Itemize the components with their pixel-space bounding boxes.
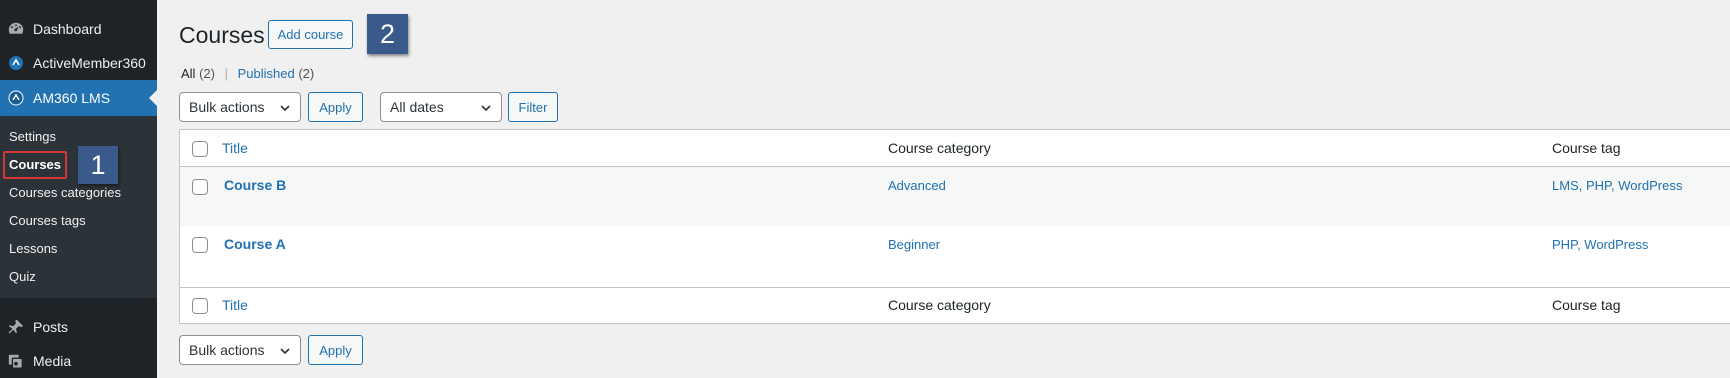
submenu-item-quiz[interactable]: Quiz	[9, 269, 36, 284]
view-separator: |	[224, 66, 228, 81]
row-checkbox[interactable]	[192, 179, 208, 195]
view-all-label[interactable]: All	[181, 66, 195, 81]
view-published-count: (2)	[298, 66, 315, 81]
pin-icon	[6, 317, 26, 337]
menu-item-posts[interactable]: Posts	[0, 310, 157, 344]
submenu-item-courses-tags[interactable]: Courses tags	[9, 213, 86, 228]
course-tags: PHP, WordPress	[1552, 237, 1649, 252]
activemember-icon	[6, 53, 26, 73]
date-filter-value: All dates	[390, 99, 444, 115]
column-title-header[interactable]: Title	[222, 140, 248, 156]
courses-highlight-box	[3, 151, 67, 179]
table-row: Course B Advanced LMS, PHP, WordPress	[180, 167, 1730, 226]
chevron-down-icon	[280, 348, 290, 355]
apply-button-top[interactable]: Apply	[308, 92, 363, 122]
view-published-link[interactable]: Published	[238, 66, 295, 81]
table-footer-row: Title Course category Course tag	[180, 287, 1730, 324]
status-views: All (2) | Published (2)	[181, 66, 314, 81]
menu-label-am360-lms: AM360 LMS	[33, 90, 111, 106]
annotation-callout-1: 1	[78, 146, 118, 184]
page-title: Courses	[179, 22, 265, 48]
menu-label-dashboard: Dashboard	[33, 21, 102, 37]
column-title-footer[interactable]: Title	[222, 297, 248, 313]
tag-link[interactable]: WordPress	[1618, 178, 1682, 193]
menu-item-dashboard[interactable]: Dashboard	[0, 12, 157, 46]
tag-link[interactable]: PHP	[1586, 178, 1611, 193]
select-all-checkbox-bottom[interactable]	[192, 298, 208, 314]
tag-link[interactable]: LMS	[1552, 178, 1579, 193]
bulk-actions-select-bottom[interactable]: Bulk actions	[179, 335, 301, 365]
menu-item-media[interactable]: Media	[0, 344, 157, 378]
menu-label-activemember360: ActiveMember360	[33, 55, 146, 71]
tag-link[interactable]: WordPress	[1584, 237, 1648, 252]
course-category-link[interactable]: Beginner	[888, 237, 940, 252]
chevron-down-icon	[280, 105, 290, 112]
bulk-actions-value: Bulk actions	[189, 342, 265, 358]
column-tag-footer: Course tag	[1552, 297, 1621, 313]
table-header-row: Title Course category Course tag	[180, 130, 1730, 167]
bulk-actions-select-top[interactable]: Bulk actions	[179, 92, 301, 122]
submenu-item-courses-categories[interactable]: Courses categories	[9, 185, 121, 200]
column-category-footer: Course category	[888, 297, 991, 313]
media-icon	[6, 351, 26, 371]
filter-button[interactable]: Filter	[508, 92, 558, 122]
annotation-callout-2: 2	[367, 14, 408, 54]
column-tag-header: Course tag	[1552, 140, 1621, 156]
view-all-count: (2)	[199, 66, 215, 81]
dashboard-icon	[6, 19, 26, 39]
course-tags: LMS, PHP, WordPress	[1552, 178, 1683, 193]
submenu-item-lessons[interactable]: Lessons	[9, 241, 57, 256]
menu-label-posts: Posts	[33, 319, 69, 335]
date-filter-select[interactable]: All dates	[380, 92, 502, 122]
course-category-link[interactable]: Advanced	[888, 178, 946, 193]
submenu-item-settings[interactable]: Settings	[9, 129, 56, 144]
menu-label-media: Media	[33, 353, 72, 369]
menu-item-am360-lms[interactable]: AM360 LMS	[0, 80, 157, 116]
course-title-link[interactable]: Course B	[224, 177, 286, 193]
menu-item-activemember360[interactable]: ActiveMember360	[0, 46, 157, 80]
row-checkbox[interactable]	[192, 237, 208, 253]
tag-link[interactable]: PHP	[1552, 237, 1577, 252]
course-title-link[interactable]: Course A	[224, 236, 286, 252]
select-all-checkbox-top[interactable]	[192, 141, 208, 157]
admin-sidebar: Dashboard ActiveMember360 AM360 LMS Sett…	[0, 0, 157, 378]
table-row: Course A Beginner PHP, WordPress	[180, 226, 1730, 285]
am360-lms-submenu: Settings Courses Courses categories Cour…	[0, 116, 157, 298]
chevron-down-icon	[481, 105, 491, 112]
bulk-actions-value: Bulk actions	[189, 99, 265, 115]
courses-table: Title Course category Course tag Course …	[179, 129, 1730, 324]
column-category-header: Course category	[888, 140, 991, 156]
add-course-button[interactable]: Add course	[268, 20, 353, 49]
apply-button-bottom[interactable]: Apply	[308, 335, 363, 365]
am360-lms-icon	[6, 88, 26, 108]
